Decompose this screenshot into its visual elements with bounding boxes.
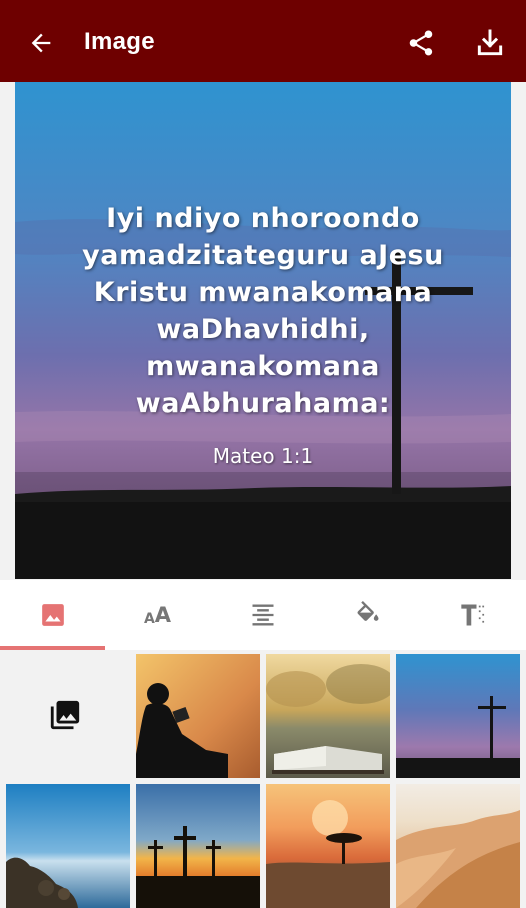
thumbnail-three-crosses-sunset[interactable] <box>136 784 260 908</box>
verse-text: Iyi ndiyo nhoroondo yamadzitateguru aJes… <box>82 203 444 419</box>
paint-bucket-icon <box>356 601 378 621</box>
thumbnail-image <box>266 654 390 778</box>
font-size-icon: AA <box>143 603 172 627</box>
thumbnail-image <box>266 784 390 908</box>
back-button[interactable] <box>22 24 60 62</box>
tab-text-align[interactable] <box>210 580 315 650</box>
tab-text-style[interactable] <box>420 580 525 650</box>
tab-color[interactable] <box>315 580 420 650</box>
open-gallery-button[interactable] <box>0 650 130 780</box>
arrow-back-icon <box>31 33 51 53</box>
thumbnail-savanna-tree-sunset[interactable] <box>266 784 390 908</box>
tab-background-image[interactable] <box>0 580 105 650</box>
background-image-grid <box>0 650 526 908</box>
verse-image-preview[interactable]: Iyi ndiyo nhoroondo yamadzitateguru aJes… <box>15 82 511 579</box>
share-icon <box>409 30 433 56</box>
thumbnail-image <box>396 784 520 908</box>
text-format-icon <box>460 604 484 626</box>
thumbnail-image <box>136 654 260 778</box>
thumbnail-image <box>396 654 520 778</box>
download-icon <box>477 29 503 56</box>
thumbnail-desert-dunes[interactable] <box>396 784 520 908</box>
photo-library-icon <box>50 700 80 730</box>
align-center-icon <box>252 604 273 626</box>
thumbnail-open-bible-lake[interactable] <box>266 654 390 778</box>
thumbnail-cross-dusk[interactable] <box>396 654 520 778</box>
tab-font-size[interactable]: AA <box>105 580 210 650</box>
download-button[interactable] <box>470 24 510 62</box>
app-bar: Image <box>0 0 526 82</box>
share-button[interactable] <box>402 24 440 62</box>
editor-tab-bar: AA <box>0 580 526 650</box>
thumbnail-boy-reading-sunset[interactable] <box>136 654 260 778</box>
thumbnail-rocky-shore-sea[interactable] <box>6 784 130 908</box>
verse-reference: Mateo 1:1 <box>212 444 314 468</box>
page-title: Image <box>84 28 155 55</box>
thumbnail-image <box>6 784 130 908</box>
thumbnail-image <box>136 784 260 908</box>
image-icon <box>41 604 64 626</box>
